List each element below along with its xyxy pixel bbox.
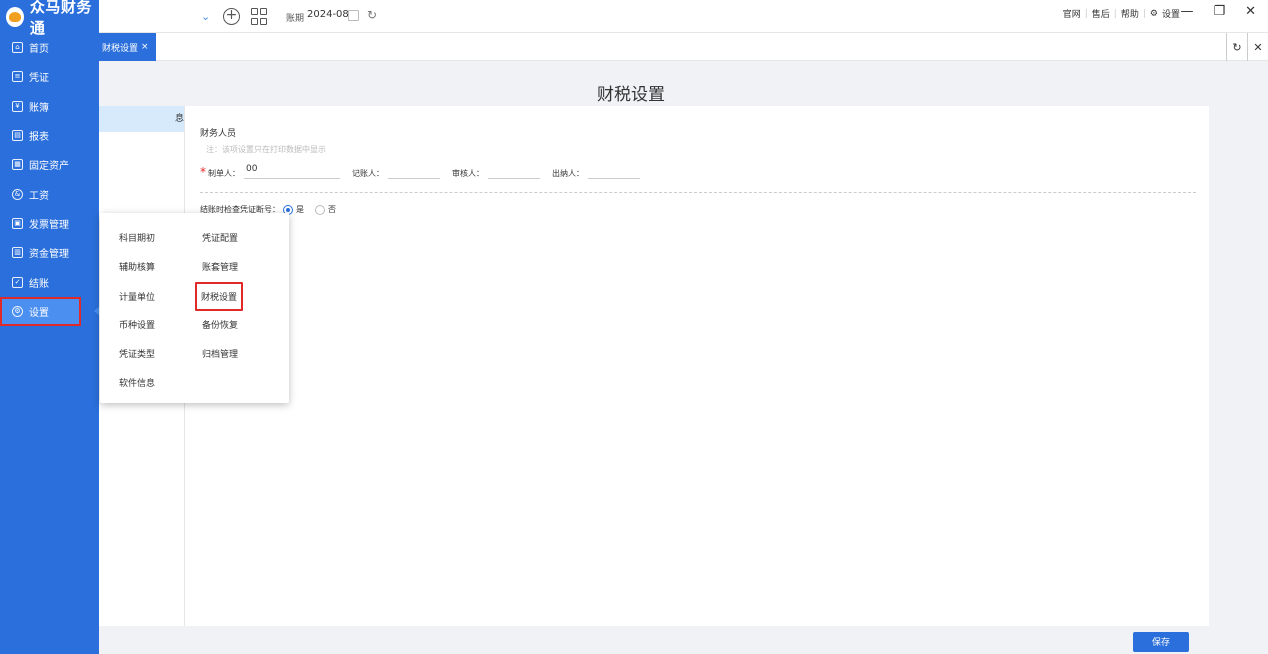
logo-icon bbox=[6, 6, 24, 27]
gear-icon[interactable]: ⚙ bbox=[1150, 9, 1158, 19]
bookkeeper-input[interactable] bbox=[388, 164, 440, 179]
refresh-icon[interactable]: ↻ bbox=[1226, 33, 1247, 61]
radio-yes-label: 是 bbox=[296, 205, 304, 214]
closing-icon: ✓ bbox=[12, 276, 23, 288]
maker-input[interactable]: 00 bbox=[244, 164, 340, 179]
tab-actions: ↻ ✕ bbox=[1226, 33, 1268, 61]
sidebar-item-label: 发票管理 bbox=[29, 219, 69, 231]
menu-item-opening-balance[interactable]: 科目期初 bbox=[119, 231, 155, 244]
sidebar-item-voucher[interactable]: ≡ 凭证 bbox=[0, 62, 99, 91]
restore-icon[interactable]: ❐ bbox=[1213, 4, 1225, 19]
grid-icon[interactable] bbox=[251, 8, 268, 25]
sidebar-item-label: 设置 bbox=[29, 307, 49, 319]
menu-item-unit[interactable]: 计量单位 bbox=[119, 290, 155, 303]
refresh-icon[interactable]: ↻ bbox=[367, 8, 377, 22]
staff-fields: * 制单人： 00 记账人： 审核人： 出纳人： bbox=[200, 164, 652, 179]
sidebar-item-asset[interactable]: ▦ 固定资产 bbox=[0, 150, 99, 179]
sidebar-item-settings[interactable]: ⚙ 设置 bbox=[0, 296, 81, 326]
tab-bar: 财税设置 × ↻ ✕ bbox=[99, 33, 1268, 61]
tab-tax-settings[interactable]: 财税设置 × bbox=[99, 33, 156, 61]
sidebar-item-label: 资金管理 bbox=[29, 249, 69, 261]
menu-item-voucher-config[interactable]: 凭证配置 bbox=[202, 231, 238, 244]
cashier-input[interactable] bbox=[588, 164, 640, 179]
link-official-site[interactable]: 官网 bbox=[1063, 7, 1081, 20]
calendar-icon[interactable] bbox=[348, 10, 359, 21]
divider bbox=[200, 192, 1196, 193]
top-bar: ⌄ + 账期 2024-08 ↻ 官网 | 售后 | 帮助 | ⚙ 设置 — ❐ ✕ bbox=[99, 0, 1268, 33]
ledger-icon: ¥ bbox=[12, 100, 23, 112]
report-icon: ▤ bbox=[12, 130, 23, 142]
note-text: 注：该项设置只在打印数据中显示 bbox=[206, 145, 326, 154]
close-icon[interactable]: ✕ bbox=[1245, 4, 1256, 19]
sidebar-item-invoice[interactable]: ▣ 发票管理 bbox=[0, 209, 99, 238]
sidebar-item-label: 报表 bbox=[29, 132, 49, 144]
menu-item-aux-accounting[interactable]: 辅助核算 bbox=[119, 260, 155, 273]
sidebar-item-label: 固定资产 bbox=[29, 161, 69, 173]
window-controls: — ❐ ✕ bbox=[1180, 4, 1256, 19]
link-help[interactable]: 帮助 bbox=[1121, 7, 1139, 20]
sidebar: 众马财务通 ⌂ 首页 ≡ 凭证 ¥ 账簿 ▤ 报表 ▦ 固定资产 & 工资 ▣ 发票管理 ▥ 资… bbox=[0, 0, 99, 654]
menu-item-voucher-type[interactable]: 凭证类型 bbox=[119, 347, 155, 360]
auditor-input[interactable] bbox=[488, 164, 540, 179]
menu-item-tax-settings[interactable]: 财税设置 bbox=[195, 282, 244, 311]
sidebar-item-label: 首页 bbox=[29, 44, 49, 56]
maker-field: * 制单人： 00 bbox=[200, 164, 340, 179]
sidebar-item-salary[interactable]: & 工资 bbox=[0, 179, 99, 208]
menu-item-account-set[interactable]: 账套管理 bbox=[202, 260, 238, 273]
cashier-field: 出纳人： bbox=[552, 164, 640, 179]
left-panel-item[interactable]: 息 bbox=[99, 106, 184, 132]
radio-no[interactable] bbox=[315, 204, 325, 215]
cashier-label: 出纳人： bbox=[552, 169, 584, 178]
auditor-field: 审核人： bbox=[452, 164, 540, 179]
chevron-down-icon[interactable]: ⌄ bbox=[201, 10, 210, 23]
bookkeeper-label: 记账人： bbox=[352, 169, 384, 178]
settings-popup-menu: 科目期初 辅助核算 计量单位 币种设置 凭证类型 软件信息 凭证配置 账套管理 … bbox=[100, 213, 289, 403]
sidebar-item-label: 工资 bbox=[29, 190, 49, 202]
radio-no-label: 否 bbox=[328, 205, 336, 214]
required-marker: * bbox=[200, 165, 206, 179]
sidebar-item-ledger[interactable]: ¥ 账簿 bbox=[0, 92, 99, 121]
menu-item-archive[interactable]: 归档管理 bbox=[202, 347, 238, 360]
add-icon[interactable]: + bbox=[223, 8, 240, 25]
period-value[interactable]: 2024-08 bbox=[307, 9, 349, 20]
close-icon[interactable]: ✕ bbox=[1247, 33, 1268, 61]
link-after-sales[interactable]: 售后 bbox=[1092, 7, 1110, 20]
invoice-icon: ▣ bbox=[12, 217, 23, 229]
top-links: 官网 | 售后 | 帮助 | ⚙ 设置 bbox=[1062, 7, 1180, 21]
auditor-label: 审核人： bbox=[452, 169, 484, 178]
maker-label: 制单人： bbox=[208, 169, 240, 178]
sidebar-item-fund[interactable]: ▥ 资金管理 bbox=[0, 238, 99, 267]
fund-icon: ▥ bbox=[12, 247, 23, 259]
app-logo: 众马财务通 bbox=[0, 0, 99, 37]
sidebar-item-label: 账簿 bbox=[29, 102, 49, 114]
tab-close-icon[interactable]: × bbox=[141, 42, 149, 52]
home-icon: ⌂ bbox=[12, 42, 23, 54]
tab-label: 财税设置 bbox=[102, 43, 139, 54]
menu-item-currency[interactable]: 币种设置 bbox=[119, 318, 155, 331]
link-settings[interactable]: 设置 bbox=[1162, 7, 1180, 20]
salary-icon: & bbox=[12, 188, 23, 200]
sidebar-item-closing[interactable]: ✓ 结账 bbox=[0, 267, 99, 296]
menu-item-backup-restore[interactable]: 备份恢复 bbox=[202, 318, 238, 331]
sidebar-item-report[interactable]: ▤ 报表 bbox=[0, 121, 99, 150]
save-button[interactable]: 保存 bbox=[1133, 632, 1189, 652]
minimize-icon[interactable]: — bbox=[1180, 4, 1193, 19]
period-label: 账期 bbox=[286, 14, 305, 24]
sidebar-item-label: 结账 bbox=[29, 278, 49, 290]
section-title: 财务人员 bbox=[200, 129, 237, 139]
sidebar-item-label: 凭证 bbox=[29, 73, 49, 85]
sidebar-nav: ⌂ 首页 ≡ 凭证 ¥ 账簿 ▤ 报表 ▦ 固定资产 & 工资 ▣ 发票管理 ▥ 资金管理 ✓ 结… bbox=[0, 33, 99, 326]
app-title: 众马财务通 bbox=[29, 0, 92, 37]
asset-icon: ▦ bbox=[12, 159, 23, 171]
voucher-icon: ≡ bbox=[12, 71, 23, 83]
bookkeeper-field: 记账人： bbox=[352, 164, 440, 179]
gear-icon: ⚙ bbox=[12, 305, 23, 317]
page-title: 财税设置 bbox=[597, 85, 665, 105]
menu-item-software-info[interactable]: 软件信息 bbox=[119, 376, 155, 389]
scrollbar[interactable] bbox=[1258, 62, 1268, 654]
